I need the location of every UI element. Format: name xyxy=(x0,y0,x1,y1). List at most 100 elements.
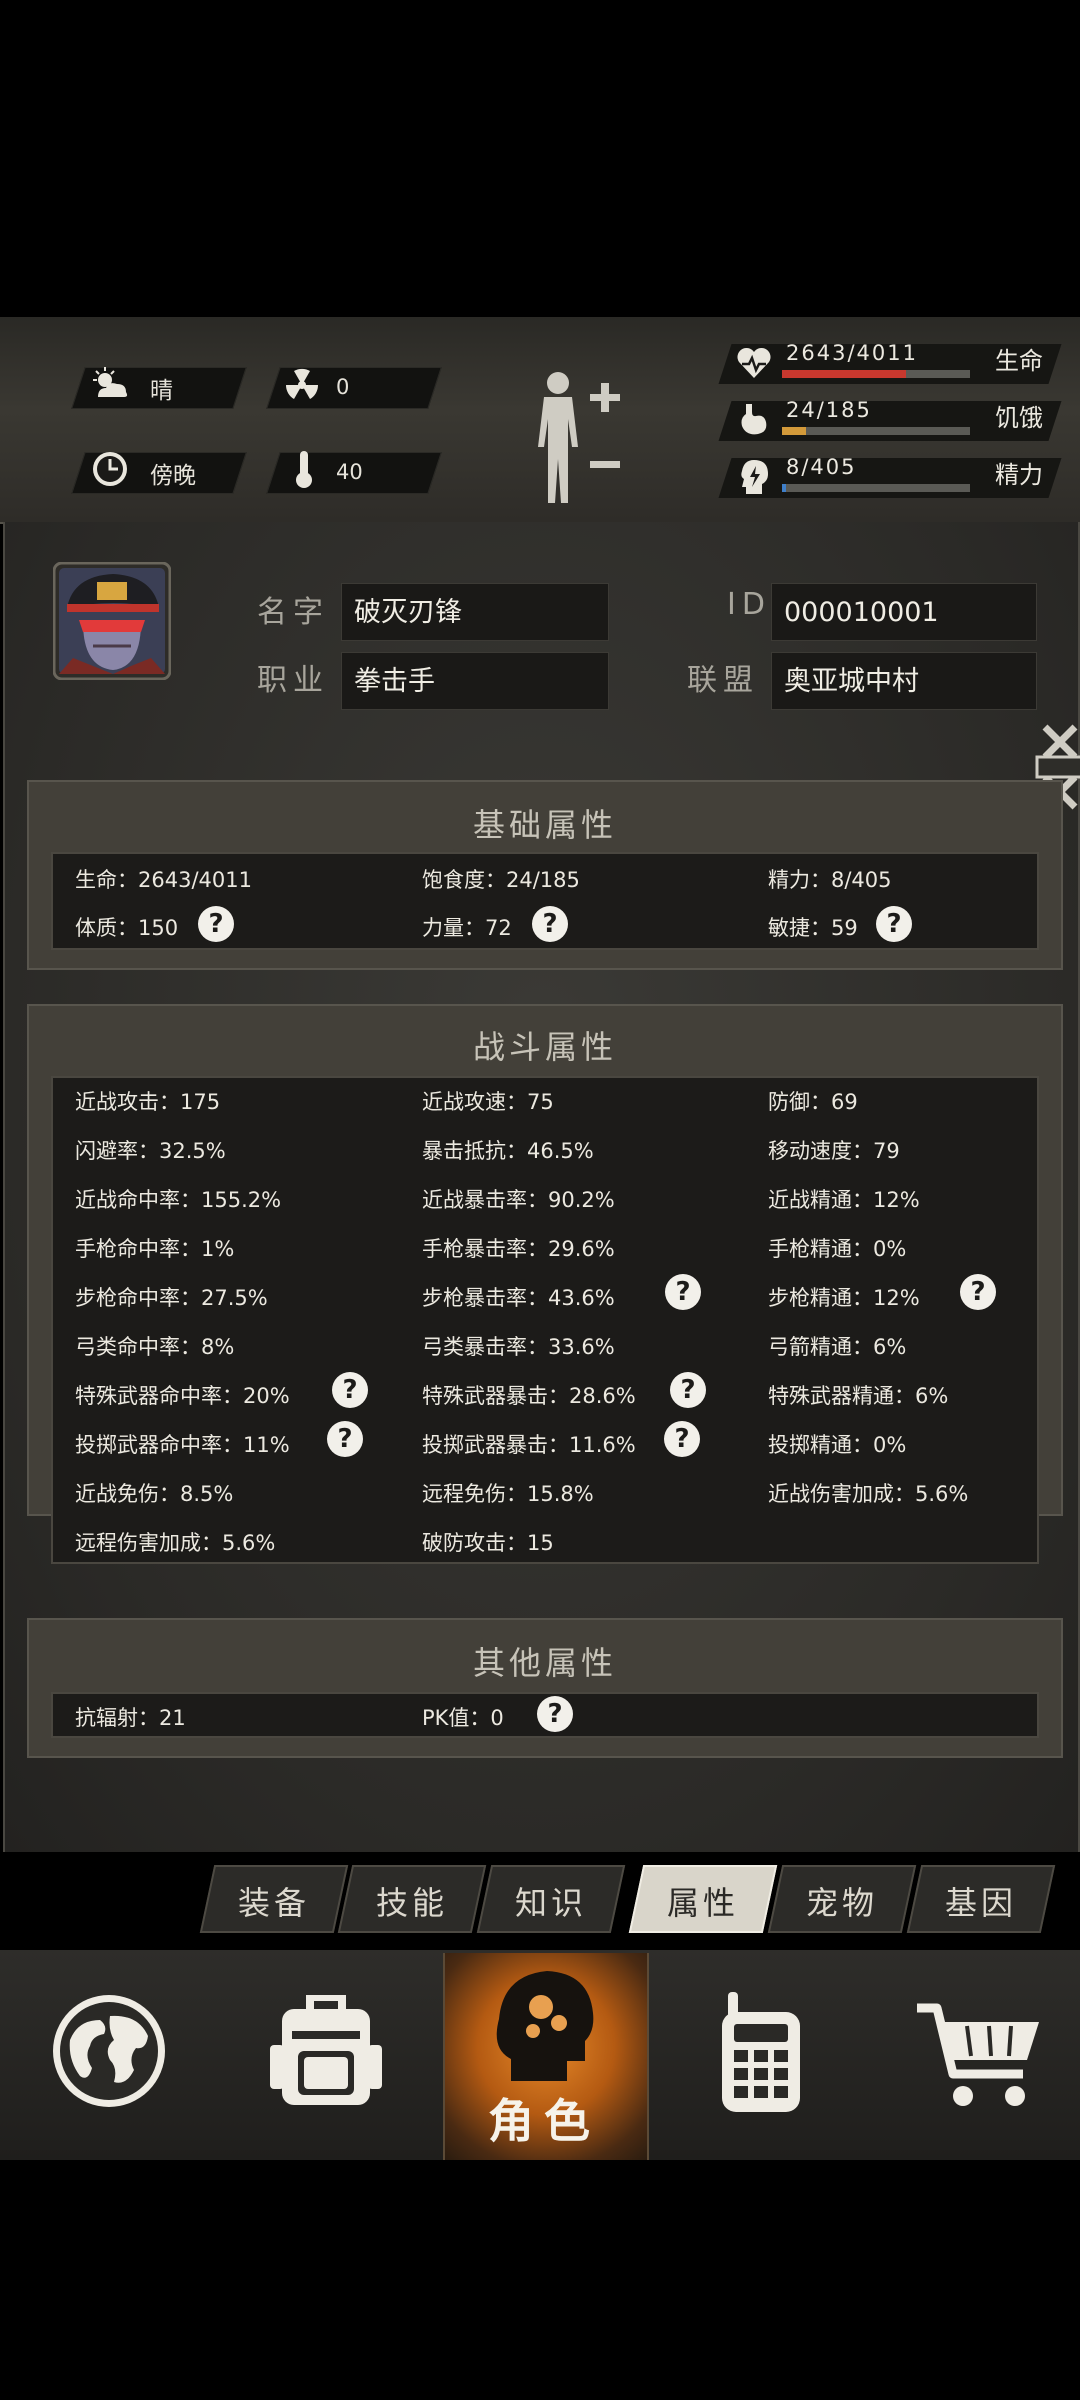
stat-special-hit: 特殊武器命中率：20% xyxy=(75,1384,290,1408)
energy-value: 8/405 xyxy=(786,455,857,479)
energy-head-icon xyxy=(741,460,768,494)
constitution-help-icon[interactable]: ? xyxy=(198,906,234,942)
health-label: 生命 xyxy=(995,347,1043,375)
stat-bow-crit: 弓类暴击率：33.6% xyxy=(422,1335,615,1359)
combat-attributes-title: 战斗属性 xyxy=(472,1028,617,1066)
stat-rifle-crit: 步枪暴击率：43.6% xyxy=(422,1286,615,1310)
stat-special-crit: 特殊武器暴击：28.6% xyxy=(422,1384,636,1408)
basic-attributes-title: 基础属性 xyxy=(472,806,617,844)
stat-strength: 力量：72 xyxy=(422,916,512,940)
world-map-icon[interactable] xyxy=(48,1990,170,2112)
nav-character-label: 角色 xyxy=(488,2094,600,2148)
tab-knowledge-label: 知识 xyxy=(514,1884,587,1922)
stat-ranged-damage-bonus: 远程伤害加成：5.6% xyxy=(75,1531,276,1555)
health-bar-fill xyxy=(782,370,906,378)
basic-attributes-grid: 生命：2643/4011 饱食度：24/185 精力：8/405 体质：150 … xyxy=(51,852,1039,950)
stat-health: 生命：2643/4011 xyxy=(75,868,252,892)
status-bar: 晴 0 傍晚 40 2643/4011 生命 24/185 饥饿 8/405 精… xyxy=(0,317,1080,524)
stat-melee-reduction: 近战免伤：8.5% xyxy=(75,1482,234,1506)
radiation-value: 0 xyxy=(336,375,350,399)
stat-pistol-hit: 手枪命中率：1% xyxy=(75,1237,235,1261)
energy-bar xyxy=(782,484,970,492)
stat-melee-mastery: 近战精通：12% xyxy=(768,1188,920,1212)
hunger-label: 饥饿 xyxy=(995,404,1043,432)
hunger-value: 24/185 xyxy=(786,398,872,422)
energy-label: 精力 xyxy=(995,461,1043,489)
stat-crit-resist: 暴击抵抗：46.5% xyxy=(422,1139,594,1163)
backpack-icon[interactable] xyxy=(268,1985,384,2109)
avatar[interactable] xyxy=(53,562,171,680)
stat-bow-hit: 弓类命中率：8% xyxy=(75,1335,235,1359)
id-label: ID xyxy=(727,587,771,622)
stat-move-speed: 移动速度：79 xyxy=(768,1139,900,1163)
stat-bow-mastery: 弓箭精通：6% xyxy=(768,1335,907,1359)
stat-special-mastery: 特殊武器精通：6% xyxy=(768,1384,949,1408)
pk-help-icon[interactable]: ? xyxy=(537,1696,573,1732)
character-panel: 名字 破灭刃锋 ID 000010001 职业 拳击手 联盟 奥亚城中村 基础属… xyxy=(3,522,1080,1852)
class-field: 拳击手 xyxy=(341,652,609,710)
tab-skills-label: 技能 xyxy=(375,1884,448,1922)
combat-attributes-section: 战斗属性 近战攻击：175 近战攻速：75 防御：69 闪避率：32.5% 暴击… xyxy=(27,1004,1063,1564)
radiation-icon xyxy=(285,368,319,399)
stat-throw-mastery: 投掷精通：0% xyxy=(768,1433,907,1457)
stat-energy: 精力：8/405 xyxy=(768,868,892,892)
hunger-bar-fill xyxy=(782,427,807,435)
other-attributes-grid: 抗辐射：21 PK值：0 ? xyxy=(51,1692,1039,1738)
health-bar xyxy=(782,370,970,378)
stat-pistol-mastery: 手枪精通：0% xyxy=(768,1237,907,1261)
cloud-sun-icon xyxy=(93,367,128,397)
stat-armor-break: 破防攻击：15 xyxy=(422,1531,554,1555)
health-value: 2643/4011 xyxy=(786,341,918,365)
tab-genes-label: 基因 xyxy=(944,1884,1017,1922)
alliance-label: 联盟 xyxy=(687,663,759,698)
stat-melee-speed: 近战攻速：75 xyxy=(422,1090,554,1114)
name-field: 破灭刃锋 xyxy=(341,583,609,641)
stat-constitution: 体质：150 xyxy=(75,916,179,940)
special-crit-help-icon[interactable]: ? xyxy=(670,1372,706,1408)
stat-throw-crit: 投掷武器暴击：11.6% xyxy=(422,1433,636,1457)
temperature-value: 40 xyxy=(336,460,363,484)
character-head-icon xyxy=(496,1971,594,2081)
rifle-mastery-help-icon[interactable]: ? xyxy=(960,1274,996,1310)
stat-pistol-crit: 手枪暴击率：29.6% xyxy=(422,1237,615,1261)
clock-icon xyxy=(93,452,127,486)
stat-melee-crit: 近战暴击率：90.2% xyxy=(422,1188,615,1212)
heart-icon xyxy=(737,347,771,378)
stat-agility: 敏捷：59 xyxy=(768,916,858,940)
name-label: 名字 xyxy=(257,595,329,630)
special-hit-help-icon[interactable]: ? xyxy=(332,1372,368,1408)
stat-dodge: 闪避率：32.5% xyxy=(75,1139,226,1163)
energy-bar-fill xyxy=(782,484,786,492)
agility-help-icon[interactable]: ? xyxy=(876,906,912,942)
stat-rifle-hit: 步枪命中率：27.5% xyxy=(75,1286,268,1310)
hunger-bar xyxy=(782,427,970,435)
stat-melee-hit: 近战命中率：155.2% xyxy=(75,1188,282,1212)
class-label: 职业 xyxy=(257,663,329,698)
time-value: 傍晚 xyxy=(150,463,196,489)
weather-value: 晴 xyxy=(150,378,173,404)
stat-radiation-resist: 抗辐射：21 xyxy=(75,1706,186,1730)
stomach-icon xyxy=(741,404,767,435)
thermometer-icon xyxy=(296,451,312,488)
tab-attributes-label: 属性 xyxy=(666,1884,739,1922)
other-attributes-title: 其他属性 xyxy=(472,1644,617,1682)
body-status-icon[interactable] xyxy=(520,367,630,507)
shop-cart-icon[interactable] xyxy=(915,2000,1045,2110)
rifle-crit-help-icon[interactable]: ? xyxy=(665,1274,701,1310)
throw-hit-help-icon[interactable]: ? xyxy=(327,1421,363,1457)
stat-pk-value: PK值：0 xyxy=(422,1706,504,1730)
tab-equipment-label: 装备 xyxy=(237,1884,310,1922)
combat-attributes-grid: 近战攻击：175 近战攻速：75 防御：69 闪避率：32.5% 暴击抵抗：46… xyxy=(51,1076,1039,1564)
throw-crit-help-icon[interactable]: ? xyxy=(664,1421,700,1457)
stat-melee-attack: 近战攻击：175 xyxy=(75,1090,221,1114)
stat-melee-damage-bonus: 近战伤害加成：5.6% xyxy=(768,1482,969,1506)
stat-rifle-mastery: 步枪精通：12% xyxy=(768,1286,920,1310)
tab-pets-label: 宠物 xyxy=(805,1884,878,1922)
stat-throw-hit: 投掷武器命中率：11% xyxy=(75,1433,290,1457)
basic-attributes-section: 基础属性 生命：2643/4011 饱食度：24/185 精力：8/405 体质… xyxy=(27,780,1063,970)
other-attributes-section: 其他属性 抗辐射：21 PK值：0 ? xyxy=(27,1618,1063,1758)
radio-phone-icon[interactable] xyxy=(718,1990,804,2114)
strength-help-icon[interactable]: ? xyxy=(532,906,568,942)
id-field: 000010001 xyxy=(771,583,1037,641)
alliance-field: 奥亚城中村 xyxy=(771,652,1037,710)
